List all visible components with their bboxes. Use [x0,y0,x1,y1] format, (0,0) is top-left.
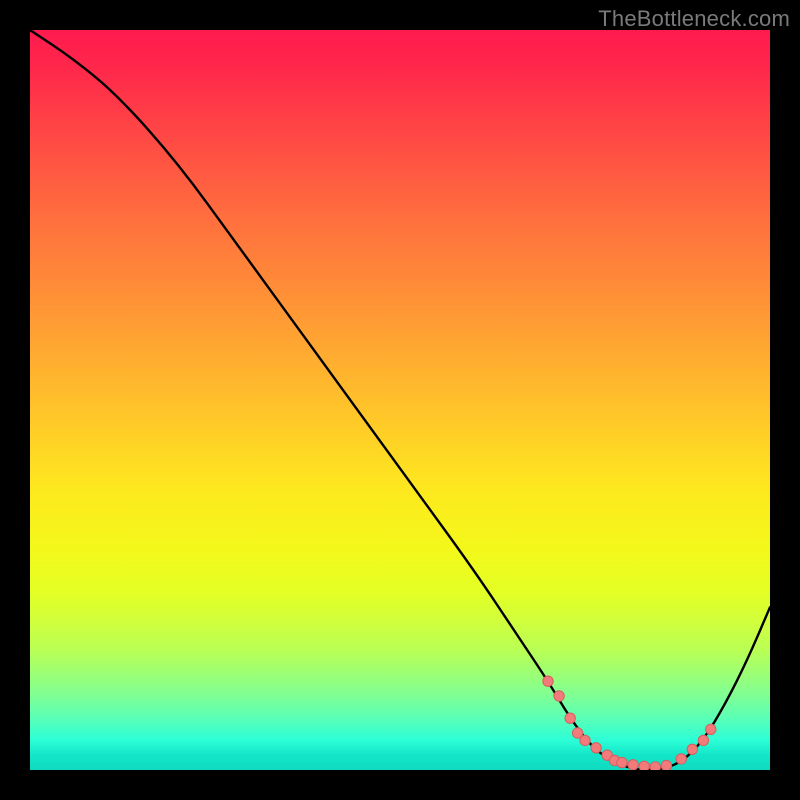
curve-marker [628,760,638,770]
curve-marker [687,744,697,754]
curve-marker [698,735,708,745]
curve-marker [543,676,553,686]
watermark-text: TheBottleneck.com [598,6,790,32]
curve-marker [565,713,575,723]
curve-marker [650,762,660,770]
curve-marker [554,691,564,701]
curve-marker [580,735,590,745]
marker-group [543,676,716,770]
curve-marker [661,760,671,770]
curve-marker [617,757,627,767]
curve-marker [591,743,601,753]
chart-frame: TheBottleneck.com [0,0,800,800]
curve-marker [639,761,649,770]
bottleneck-curve-path [30,30,770,770]
curve-layer [30,30,770,770]
curve-marker [676,754,686,764]
plot-area [30,30,770,770]
curve-marker [706,724,716,734]
